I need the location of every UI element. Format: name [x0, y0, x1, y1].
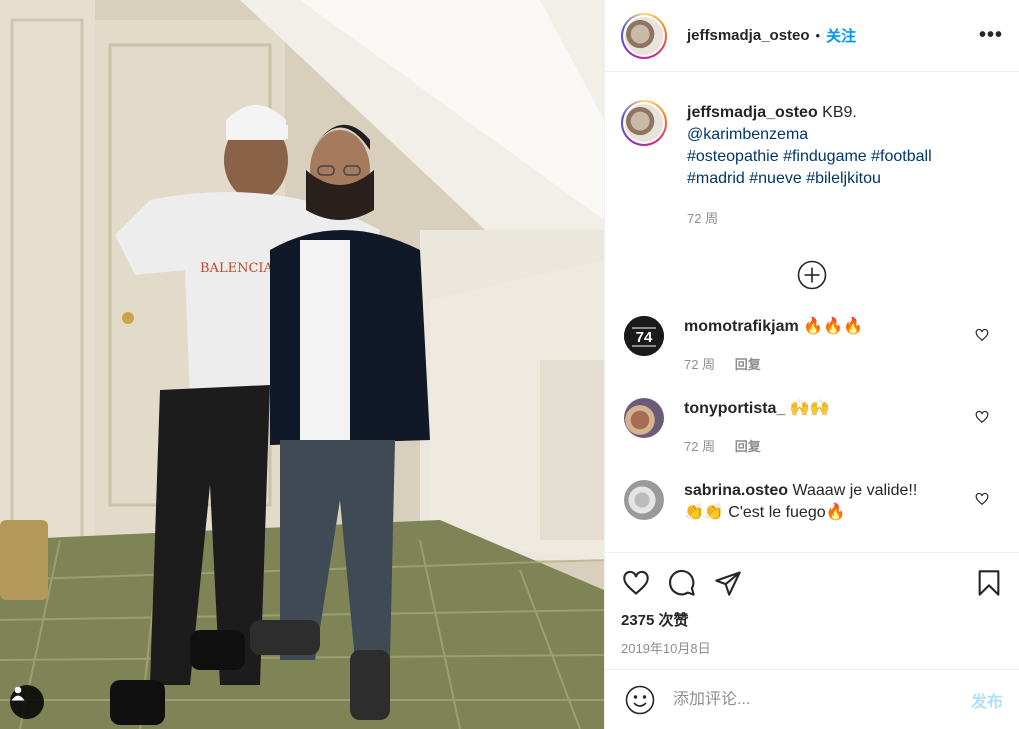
post-photo[interactable]: BALENCIAGA: [0, 0, 604, 729]
svg-text:74: 74: [636, 329, 653, 346]
comment-avatar[interactable]: [624, 398, 664, 438]
post-header: jeffsmadja_osteo • 关注 •••: [605, 0, 1019, 72]
comment-text: 🙌🙌: [789, 400, 830, 417]
save-button[interactable]: [975, 568, 1003, 598]
share-icon: [715, 571, 741, 596]
post-photo-image: BALENCIAGA: [0, 0, 604, 729]
user-tag-icon: [11, 686, 25, 701]
emoji-picker-button[interactable]: [625, 685, 655, 715]
like-button[interactable]: [621, 569, 651, 597]
caption-text: KB9.: [822, 104, 857, 121]
post-date[interactable]: 2019年10月8日: [621, 638, 1003, 657]
comment-item: 74 momotrafikjam 🔥🔥🔥 72 周 回复: [605, 316, 1019, 376]
comment-text-line2: 👏👏 C'est le fuego🔥: [684, 504, 846, 521]
caption-timestamp[interactable]: 72 周: [687, 208, 932, 230]
comments-scroll-area[interactable]: jeffsmadja_osteo KB9. @karimbenzema #ost…: [605, 72, 1019, 552]
comment-reply-button[interactable]: 回复: [735, 439, 761, 454]
comment-button[interactable]: [667, 569, 697, 597]
user-tag-button[interactable]: [10, 685, 44, 719]
comment-text: 🔥🔥🔥: [803, 318, 863, 335]
like-count[interactable]: 2375 次赞: [621, 609, 1003, 630]
caption-hashtags-2[interactable]: #madrid #nueve #bileljkitou: [687, 168, 932, 190]
post-comment-button[interactable]: 发布: [971, 688, 1003, 712]
post-actions: 2375 次赞 2019年10月8日: [605, 552, 1019, 657]
add-comment-bar: 发布: [605, 669, 1019, 729]
comment-username[interactable]: tonyportista_: [684, 400, 785, 417]
author-username[interactable]: jeffsmadja_osteo: [687, 27, 810, 44]
comment-item: tonyportista_ 🙌🙌 72 周 回复: [605, 398, 1019, 458]
comment-username[interactable]: momotrafikjam: [684, 318, 799, 335]
comment-avatar[interactable]: [624, 480, 664, 520]
comment-icon: [668, 569, 695, 596]
comment-avatar[interactable]: 74: [624, 316, 664, 356]
follow-button[interactable]: 关注: [826, 25, 856, 46]
comment-text: Waaaw je valide!!: [792, 482, 918, 499]
emoji-icon: [625, 685, 655, 714]
caption-mention[interactable]: @karimbenzema: [687, 124, 932, 146]
caption-username[interactable]: jeffsmadja_osteo: [687, 104, 818, 121]
comment-like-heart-icon[interactable]: [975, 410, 989, 424]
comment-timestamp[interactable]: 72 周: [684, 357, 715, 372]
separator-dot: •: [815, 28, 821, 43]
comment-item: sabrina.osteo Waaaw je valide!! 👏👏 C'est…: [605, 480, 1019, 524]
bookmark-icon: [978, 570, 1000, 596]
comment-input[interactable]: [673, 690, 971, 709]
comment-timestamp[interactable]: 72 周: [684, 439, 715, 454]
comment-username[interactable]: sabrina.osteo: [684, 482, 788, 499]
heart-icon: [623, 570, 649, 595]
caption-hashtags-1[interactable]: #osteopathie #findugame #football: [687, 146, 932, 168]
more-options-icon[interactable]: •••: [979, 24, 1003, 47]
comment-reply-button[interactable]: 回复: [735, 357, 761, 372]
caption-avatar[interactable]: [621, 100, 667, 146]
share-button[interactable]: [713, 569, 743, 597]
author-avatar[interactable]: [621, 12, 667, 59]
post-caption: jeffsmadja_osteo KB9. @karimbenzema #ost…: [605, 72, 1019, 230]
post-details-panel: jeffsmadja_osteo • 关注 ••• jeffsmadja_ost…: [604, 0, 1019, 729]
comment-like-heart-icon[interactable]: [975, 328, 989, 342]
load-more-comments-button[interactable]: [605, 260, 1019, 290]
plus-circle-icon: [797, 260, 827, 290]
comment-like-heart-icon[interactable]: [975, 492, 989, 506]
